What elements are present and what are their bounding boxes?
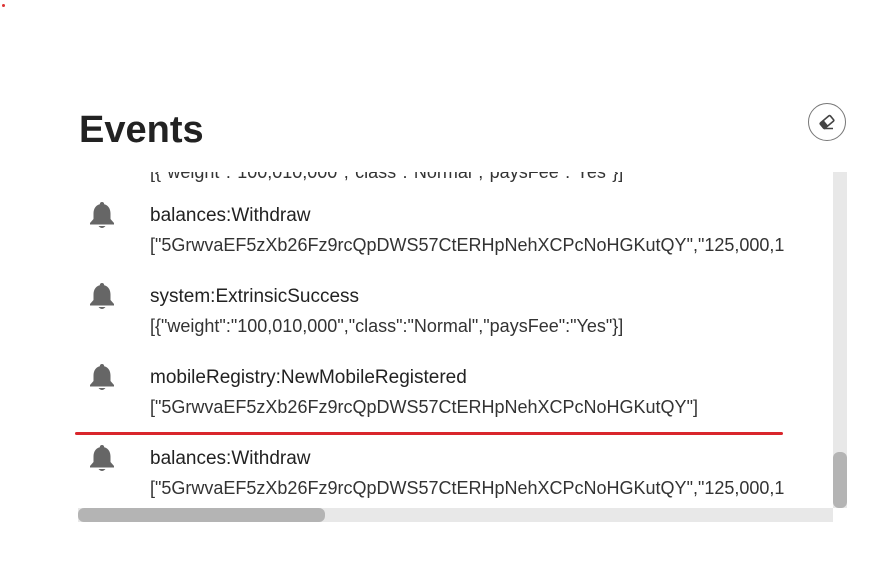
horizontal-scrollbar-thumb[interactable] — [78, 508, 325, 522]
events-list[interactable]: [{"weight":"100,010,000","class":"Normal… — [78, 172, 834, 508]
bell-icon — [90, 364, 114, 390]
clear-events-button[interactable] — [808, 103, 846, 141]
bell-icon — [90, 445, 114, 471]
eraser-icon — [819, 114, 835, 130]
event-item: balances:Withdraw ["5GrwvaEF5zXb26Fz9rcQ… — [78, 200, 834, 270]
event-data: ["5GrwvaEF5zXb26Fz9rcQpDWS57CtERHpNehXCP… — [150, 397, 698, 417]
event-item: mobileRegistry:NewMobileRegistered ["5Gr… — [78, 362, 834, 432]
event-item: system:ExtrinsicSuccess [{"weight":"100,… — [78, 281, 834, 351]
bell-icon — [90, 283, 114, 309]
new-events-divider — [75, 432, 783, 435]
event-data: [{"weight":"100,010,000","class":"Normal… — [150, 316, 624, 336]
corner-dot — [2, 4, 5, 7]
event-item: balances:Withdraw ["5GrwvaEF5zXb26Fz9rcQ… — [78, 443, 834, 508]
event-name: balances:Withdraw — [150, 448, 311, 469]
event-data: ["5GrwvaEF5zXb26Fz9rcQpDWS57CtERHpNehXCP… — [150, 235, 785, 255]
event-data: ["5GrwvaEF5zXb26Fz9rcQpDWS57CtERHpNehXCP… — [150, 478, 785, 498]
event-name: system:ExtrinsicSuccess — [150, 286, 360, 307]
bell-icon — [90, 202, 114, 228]
event-name: balances:Withdraw — [150, 205, 311, 226]
page-title: Events — [79, 109, 204, 151]
vertical-scrollbar-thumb[interactable] — [833, 452, 847, 508]
event-name: mobileRegistry:NewMobileRegistered — [150, 367, 467, 388]
clipped-event-data: [{"weight":"100,010,000","class":"Normal… — [150, 172, 624, 182]
